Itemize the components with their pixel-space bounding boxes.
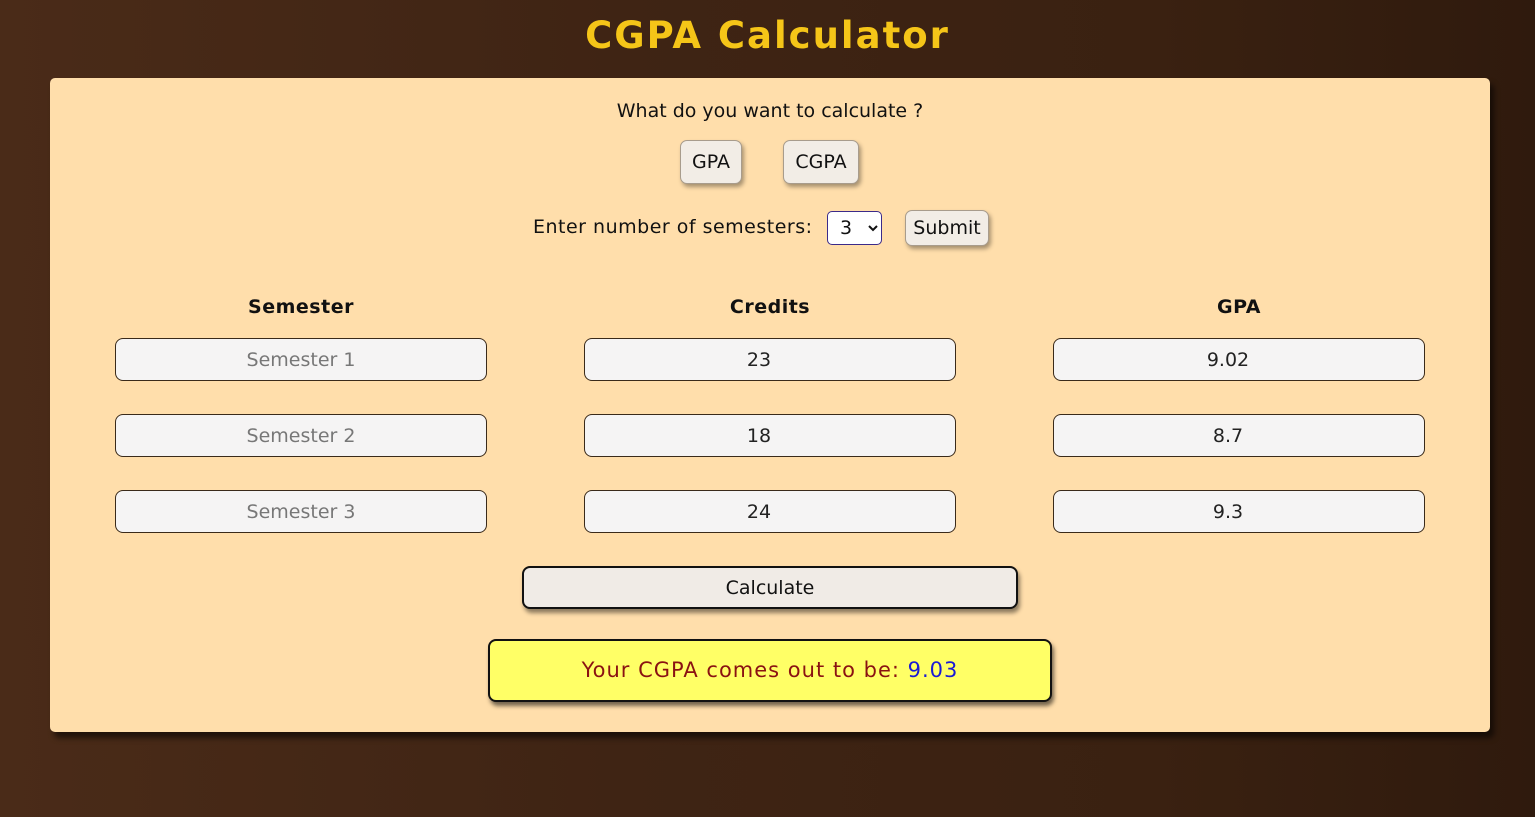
- result-box: Your CGPA comes out to be: 9.03: [488, 639, 1052, 702]
- cgpa-mode-button[interactable]: CGPA: [783, 140, 859, 184]
- credits-column-header: Credits: [729, 296, 811, 318]
- semester-column-header: Semester: [248, 296, 354, 318]
- calculate-button[interactable]: Calculate: [522, 566, 1018, 609]
- result-label: Your CGPA comes out to be:: [581, 658, 900, 682]
- submit-button[interactable]: Submit: [905, 210, 989, 246]
- semester-count-select[interactable]: 3: [827, 211, 882, 245]
- calculator-card: What do you want to calculate ? GPA CGPA…: [50, 78, 1490, 732]
- semester-name-input[interactable]: [115, 338, 487, 381]
- semester-name-input[interactable]: [115, 414, 487, 457]
- mode-question: What do you want to calculate ?: [616, 100, 924, 122]
- gpa-column-header: GPA: [1217, 296, 1261, 318]
- semester-count-row: Enter number of semesters: 3 Submit: [50, 210, 1490, 246]
- gpa-mode-button[interactable]: GPA: [680, 140, 742, 184]
- semester-count-label: Enter number of semesters:: [533, 216, 813, 238]
- semester-name-input[interactable]: [115, 490, 487, 533]
- credits-input[interactable]: [584, 338, 956, 381]
- gpa-input[interactable]: [1053, 414, 1425, 457]
- credits-input[interactable]: [584, 414, 956, 457]
- result-value: 9.03: [907, 658, 959, 682]
- credits-input[interactable]: [584, 490, 956, 533]
- gpa-input[interactable]: [1053, 490, 1425, 533]
- app-title: CGPA Calculator: [585, 14, 950, 57]
- gpa-input[interactable]: [1053, 338, 1425, 381]
